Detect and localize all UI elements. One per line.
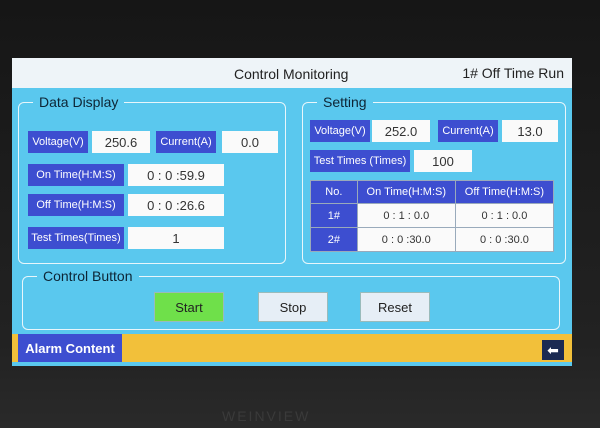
control-button-legend: Control Button <box>43 268 133 284</box>
voltage-value: 250.6 <box>92 131 150 153</box>
row-number: 2# <box>310 227 358 252</box>
reset-button[interactable]: Reset <box>360 292 430 322</box>
col-header-on-time: On Time(H:M:S) <box>356 180 456 204</box>
setting-voltage-label: Voltage(V) <box>310 120 370 142</box>
table-header-row: No. On Time(H:M:S) Off Time(H:M:S) <box>310 180 555 204</box>
col-header-off-time: Off Time(H:M:S) <box>454 180 555 204</box>
on-time-label: On Time(H:M:S) <box>28 164 124 186</box>
current-label: Current(A) <box>156 131 216 153</box>
data-display-legend: Data Display <box>39 94 119 110</box>
title-bar: Control Monitoring 1# Off Time Run <box>12 58 572 88</box>
brand-logo: WEINVIEW <box>222 408 311 424</box>
setting-legend: Setting <box>323 94 367 110</box>
test-times-value: 1 <box>128 227 224 249</box>
time-settings-table: No. On Time(H:M:S) Off Time(H:M:S) 1# 0 … <box>310 180 555 252</box>
current-value: 0.0 <box>222 131 278 153</box>
setting-voltage-input[interactable]: 252.0 <box>372 120 430 142</box>
off-time-cell[interactable]: 0 : 1 : 0.0 <box>454 203 555 228</box>
stop-button[interactable]: Stop <box>258 292 328 322</box>
page-title: Control Monitoring <box>234 66 349 82</box>
test-times-label: Test Times(Times) <box>28 227 124 249</box>
alarm-bar: Alarm Content <box>12 334 572 362</box>
off-time-cell[interactable]: 0 : 0 :30.0 <box>454 227 555 252</box>
back-arrow-icon[interactable]: ⬅ <box>542 340 564 360</box>
on-time-value: 0 : 0 :59.9 <box>128 164 224 186</box>
off-time-value: 0 : 0 :26.6 <box>128 194 224 216</box>
run-mode-status: 1# Off Time Run <box>462 65 564 81</box>
table-row: 1# 0 : 1 : 0.0 0 : 1 : 0.0 <box>310 203 555 228</box>
setting-test-times-label: Test Times (Times) <box>310 150 410 172</box>
on-time-cell[interactable]: 0 : 1 : 0.0 <box>356 203 456 228</box>
off-time-label: Off Time(H:M:S) <box>28 194 124 216</box>
hmi-screen: Control Monitoring 1# Off Time Run Data … <box>12 58 572 366</box>
start-button[interactable]: Start <box>154 292 224 322</box>
row-number: 1# <box>310 203 358 228</box>
setting-current-input[interactable]: 13.0 <box>502 120 558 142</box>
col-header-no: No. <box>310 180 358 204</box>
alarm-content-button[interactable]: Alarm Content <box>18 334 122 362</box>
setting-current-label: Current(A) <box>438 120 498 142</box>
on-time-cell[interactable]: 0 : 0 :30.0 <box>356 227 456 252</box>
voltage-label: Voltage(V) <box>28 131 88 153</box>
table-row: 2# 0 : 0 :30.0 0 : 0 :30.0 <box>310 227 555 252</box>
setting-test-times-input[interactable]: 100 <box>414 150 472 172</box>
